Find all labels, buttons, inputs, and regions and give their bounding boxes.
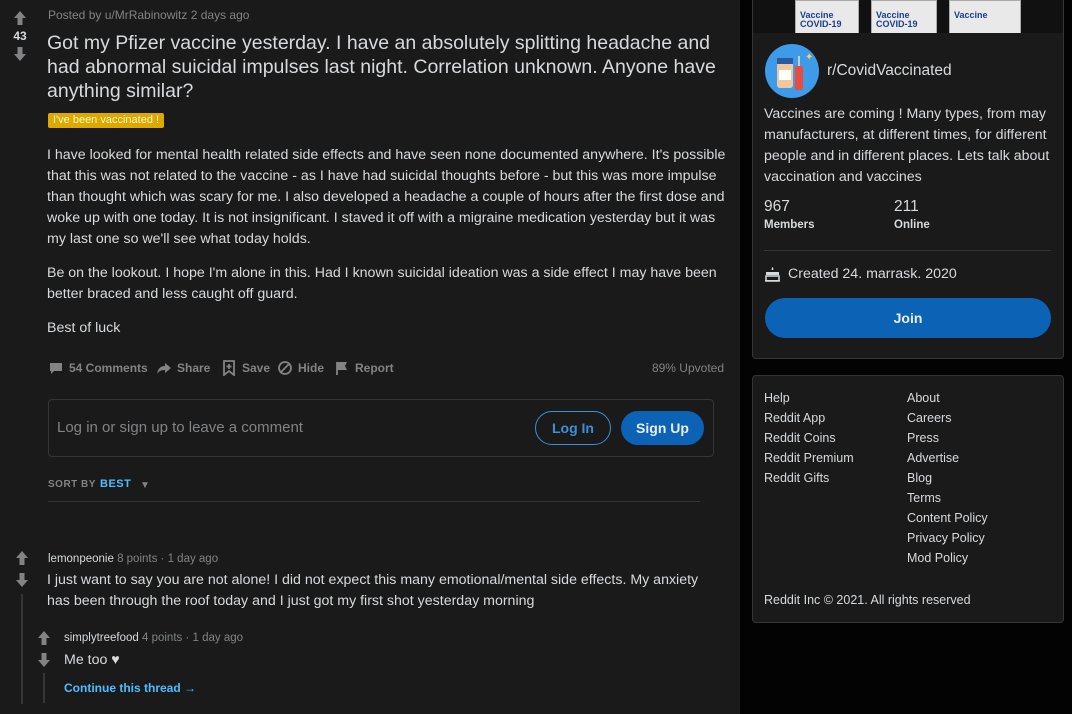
footer-links-card: Help Reddit App Reddit Coins Reddit Prem…: [752, 375, 1064, 623]
reply-time: 1 day ago: [192, 632, 244, 644]
sort-dropdown[interactable]: BEST: [100, 478, 131, 490]
post-actions-bar: 54 Comments Share Save Hide Report 89% U…: [48, 358, 724, 378]
vial-label: Vaccine: [954, 10, 988, 20]
divider: [764, 250, 1051, 251]
reply-author[interactable]: simplytreefood: [64, 632, 139, 644]
footer-link-advertise[interactable]: Advertise: [907, 451, 959, 465]
subreddit-name[interactable]: r/CovidVaccinated: [827, 62, 952, 80]
post-meta: Posted by u/MrRabinowitz 2 days ago: [48, 8, 250, 22]
cake-icon: [765, 267, 780, 282]
comment-author[interactable]: lemonpeonie: [48, 553, 114, 565]
footer-link-terms[interactable]: Terms: [907, 491, 941, 505]
sidebar: Vaccine COVID-19 Vaccine COVID-19 Vaccin…: [740, 0, 1072, 714]
post-paragraph: Be on the lookout. I hope I'm alone in t…: [47, 265, 717, 302]
upvote-arrow-icon[interactable]: [14, 550, 30, 566]
upvote-arrow-icon[interactable]: [36, 630, 52, 646]
chevron-down-icon[interactable]: ▼: [140, 480, 150, 491]
thread-line[interactable]: [43, 673, 45, 703]
thread-line[interactable]: [21, 594, 23, 704]
report-button[interactable]: Report: [334, 360, 394, 376]
post-score: 43: [13, 29, 27, 43]
copyright-text: Reddit Inc © 2021. All rights reserved: [764, 593, 971, 607]
downvote-arrow-icon[interactable]: [36, 652, 52, 668]
upvote-ratio: 89% Upvoted: [651, 361, 724, 375]
hide-label: Hide: [298, 361, 325, 375]
comment-vote-column: [14, 550, 30, 588]
reply-vote-column: [36, 630, 52, 668]
join-button[interactable]: Join: [765, 298, 1051, 338]
post-panel: 43 Posted by u/MrRabinowitz 2 days ago G…: [0, 0, 740, 714]
sort-by-label: SORT BY: [48, 479, 96, 490]
share-button[interactable]: Share: [156, 360, 210, 376]
vaccine-vial-image: Vaccine: [949, 0, 1021, 33]
arrow-right-icon: →: [184, 681, 197, 695]
post-body: I have looked for mental health related …: [47, 145, 727, 352]
hide-circle-slash-icon: [278, 361, 292, 375]
post-paragraph: Best of luck: [47, 320, 121, 336]
continue-thread-label: Continue this thread: [64, 681, 181, 695]
vial-label: Vaccine COVID-19: [800, 10, 842, 29]
footer-link-reddit-coins[interactable]: Reddit Coins: [764, 431, 836, 445]
created-text: Created 24. marrask. 2020: [788, 266, 957, 282]
footer-link-careers[interactable]: Careers: [907, 411, 951, 425]
comments-button[interactable]: 54 Comments: [48, 360, 148, 376]
sign-up-button[interactable]: Sign Up: [621, 411, 704, 445]
subreddit-avatar-icon[interactable]: ✦: [765, 44, 819, 98]
hide-button[interactable]: Hide: [277, 360, 324, 376]
comment-prompt[interactable]: Log in or sign up to leave a comment: [57, 419, 303, 436]
vial-label: Vaccine COVID-19: [876, 10, 918, 29]
reply-points: 4 points: [142, 632, 183, 644]
community-banner: Vaccine COVID-19 Vaccine COVID-19 Vaccin…: [753, 0, 1063, 33]
continue-thread-link[interactable]: Continue this thread →: [64, 681, 196, 695]
divider: [48, 501, 700, 502]
vaccine-vial-icon: ✦: [777, 52, 813, 90]
comment-meta: lemonpeonie 8 points · 1 day ago: [48, 553, 219, 565]
comment-login-box: Log in or sign up to leave a comment Log…: [48, 399, 714, 457]
share-label: Share: [177, 361, 211, 375]
footer-link-reddit-gifts[interactable]: Reddit Gifts: [764, 471, 829, 485]
members-label: Members: [764, 219, 815, 231]
members-count: 967: [764, 198, 790, 215]
comment-points: 8 points: [117, 553, 158, 565]
downvote-arrow-icon[interactable]: [12, 46, 28, 62]
vaccine-vial-image: Vaccine COVID-19: [795, 0, 859, 33]
upvote-arrow-icon[interactable]: [12, 10, 28, 26]
downvote-arrow-icon[interactable]: [14, 572, 30, 588]
footer-link-reddit-app[interactable]: Reddit App: [764, 411, 825, 425]
footer-link-blog[interactable]: Blog: [907, 471, 932, 485]
comments-count: 54 Comments: [69, 361, 148, 375]
post-paragraph: I have looked for mental health related …: [47, 147, 726, 247]
bookmark-plus-icon: [223, 360, 235, 376]
online-count: 211: [894, 198, 919, 215]
flag-icon: [336, 362, 347, 375]
reply-meta: simplytreefood 4 points · 1 day ago: [64, 632, 244, 644]
footer-link-press[interactable]: Press: [907, 431, 939, 445]
save-button[interactable]: Save: [221, 360, 270, 376]
log-in-button[interactable]: Log In: [535, 411, 611, 445]
comment-icon: [50, 363, 62, 374]
footer-link-privacy-policy[interactable]: Privacy Policy: [907, 531, 985, 545]
reply-text: Me too ♥: [64, 652, 120, 668]
footer-link-content-policy[interactable]: Content Policy: [907, 511, 988, 525]
post-flair: I've been vaccinated !: [48, 113, 165, 128]
created-date: Created 24. marrask. 2020: [764, 266, 957, 282]
vote-column: 43: [8, 10, 32, 62]
share-arrow-icon: [157, 363, 171, 374]
community-description: Vaccines are coming ! Many types, from m…: [764, 106, 1050, 185]
footer-link-reddit-premium[interactable]: Reddit Premium: [764, 451, 854, 465]
post-title: Got my Pfizer vaccine yesterday. I have …: [47, 32, 716, 102]
report-label: Report: [355, 361, 394, 375]
footer-link-mod-policy[interactable]: Mod Policy: [907, 551, 968, 565]
online-label: Online: [894, 219, 930, 231]
svg-text:✦: ✦: [805, 52, 813, 63]
footer-link-help[interactable]: Help: [764, 391, 790, 405]
comment-time: 1 day ago: [167, 553, 219, 565]
comment-text: I just want to say you are not alone! I …: [47, 572, 699, 609]
footer-link-about[interactable]: About: [907, 391, 940, 405]
save-label: Save: [242, 361, 271, 375]
community-card: Vaccine COVID-19 Vaccine COVID-19 Vaccin…: [752, 0, 1064, 359]
vaccine-vial-image: Vaccine COVID-19: [871, 0, 937, 33]
